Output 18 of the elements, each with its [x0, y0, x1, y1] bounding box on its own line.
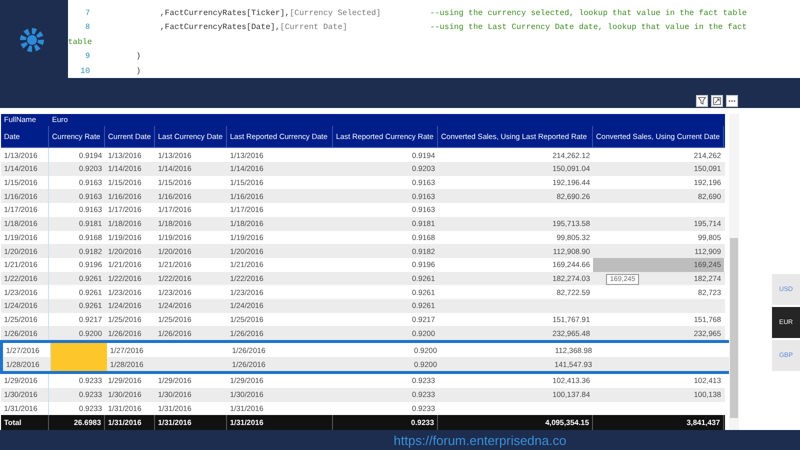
code-column-reference: [Current Date]	[280, 23, 348, 32]
code-comment: --using the Last Currency Date date, lookup that value in the fact	[430, 23, 747, 32]
filter-icon[interactable]	[696, 95, 708, 107]
scrollbar[interactable]	[729, 114, 739, 430]
code-comment: table	[68, 38, 92, 47]
line-number: 7	[84, 8, 91, 18]
code-text: ,FactCurrencyRates[Date],	[160, 23, 280, 32]
code-comment: --using the currency selected, lookup that value in the fact table	[430, 8, 747, 18]
focus-mode-icon[interactable]	[711, 95, 723, 107]
forum-url: https://forum.enterprisedna.co	[392, 432, 566, 448]
more-options-icon[interactable]	[726, 95, 738, 107]
line-number: 9	[84, 52, 91, 62]
code-text: ,FactCurrencyRates[Ticker],	[160, 8, 290, 18]
line-number: 10	[79, 66, 91, 76]
code-column-reference: [Currency Selected]	[290, 8, 381, 18]
line-number: 8	[84, 23, 91, 32]
code-text: )	[136, 52, 141, 62]
code-text: )	[136, 66, 141, 76]
